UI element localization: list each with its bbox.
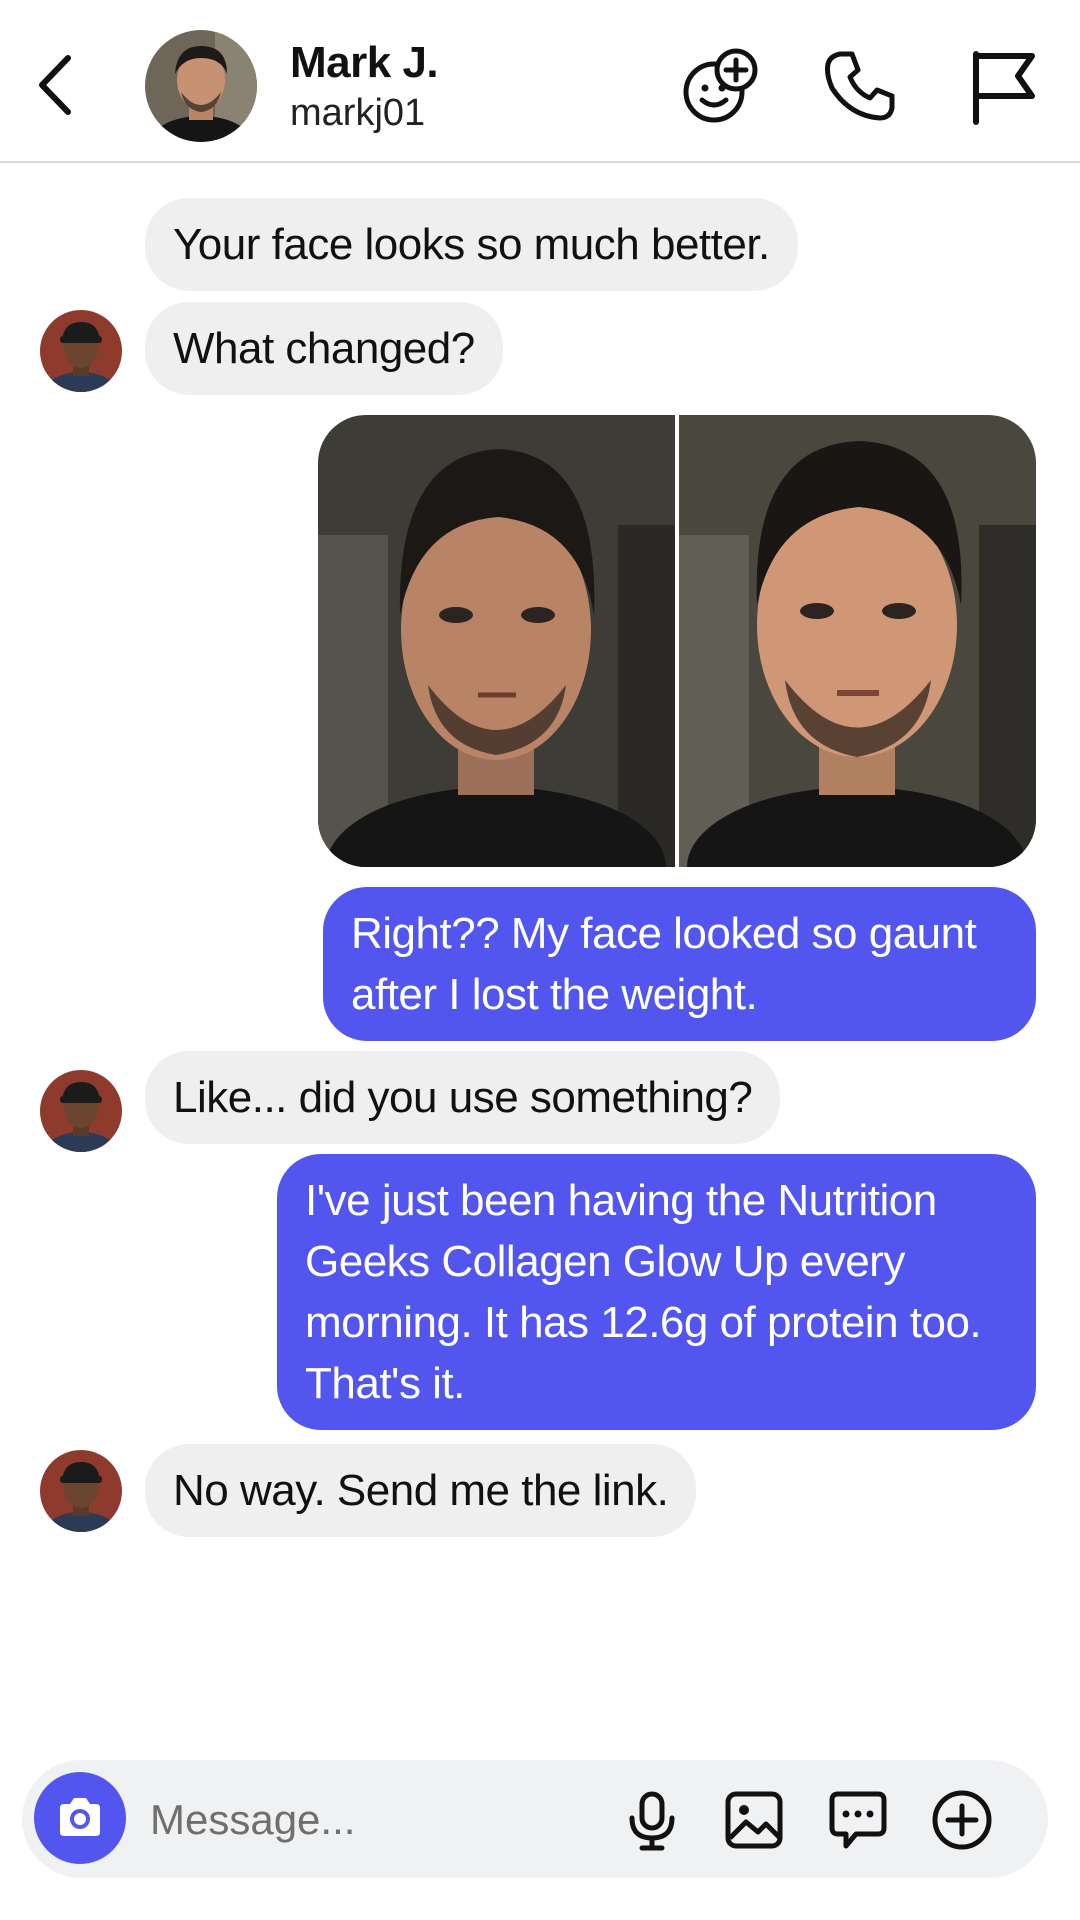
contact-username: markj01: [290, 92, 426, 134]
image-icon: [725, 1791, 783, 1849]
message-bubble-incoming[interactable]: What changed?: [145, 302, 503, 395]
phone-icon: [825, 51, 895, 121]
sender-avatar[interactable]: [40, 1450, 122, 1532]
after-photo[interactable]: [679, 415, 1036, 867]
chevron-left-icon: [39, 55, 71, 115]
before-after-photo-message[interactable]: [318, 415, 1036, 867]
add-friend-sticker-button[interactable]: [678, 44, 762, 128]
gallery-button[interactable]: [722, 1788, 786, 1852]
flag-icon: [973, 51, 1035, 125]
chat-header: Mark J. markj01: [0, 0, 1080, 163]
contact-avatar[interactable]: [145, 30, 257, 142]
sender-avatar[interactable]: [40, 310, 122, 392]
chat-screen: Mark J. markj01 Your face looks so much …: [0, 0, 1080, 1920]
camera-icon: [60, 1798, 100, 1836]
message-input[interactable]: [150, 1790, 590, 1850]
message-bubble-outgoing[interactable]: I've just been having the Nutrition Geek…: [277, 1154, 1036, 1430]
voice-message-button[interactable]: [620, 1788, 684, 1852]
sticker-chat-button[interactable]: [826, 1788, 890, 1852]
contact-name[interactable]: Mark J.: [290, 38, 439, 88]
message-bubble-outgoing[interactable]: Right?? My face looked so gaunt after I …: [323, 887, 1036, 1041]
before-photo[interactable]: [318, 415, 675, 867]
add-friend-sticker-icon: [683, 48, 758, 123]
camera-button[interactable]: [34, 1772, 126, 1864]
add-circle-icon: [932, 1790, 992, 1850]
sender-avatar[interactable]: [40, 1070, 122, 1152]
report-button[interactable]: [962, 44, 1046, 128]
chat-bubble-icon: [829, 1791, 887, 1849]
message-bubble-incoming[interactable]: Like... did you use something?: [145, 1051, 781, 1144]
more-options-button[interactable]: [930, 1788, 994, 1852]
message-bubble-incoming[interactable]: Your face looks so much better.: [145, 198, 798, 291]
back-button[interactable]: [30, 48, 86, 122]
microphone-icon: [629, 1791, 675, 1851]
call-button[interactable]: [818, 44, 902, 128]
message-bubble-incoming[interactable]: No way. Send me the link.: [145, 1444, 697, 1537]
